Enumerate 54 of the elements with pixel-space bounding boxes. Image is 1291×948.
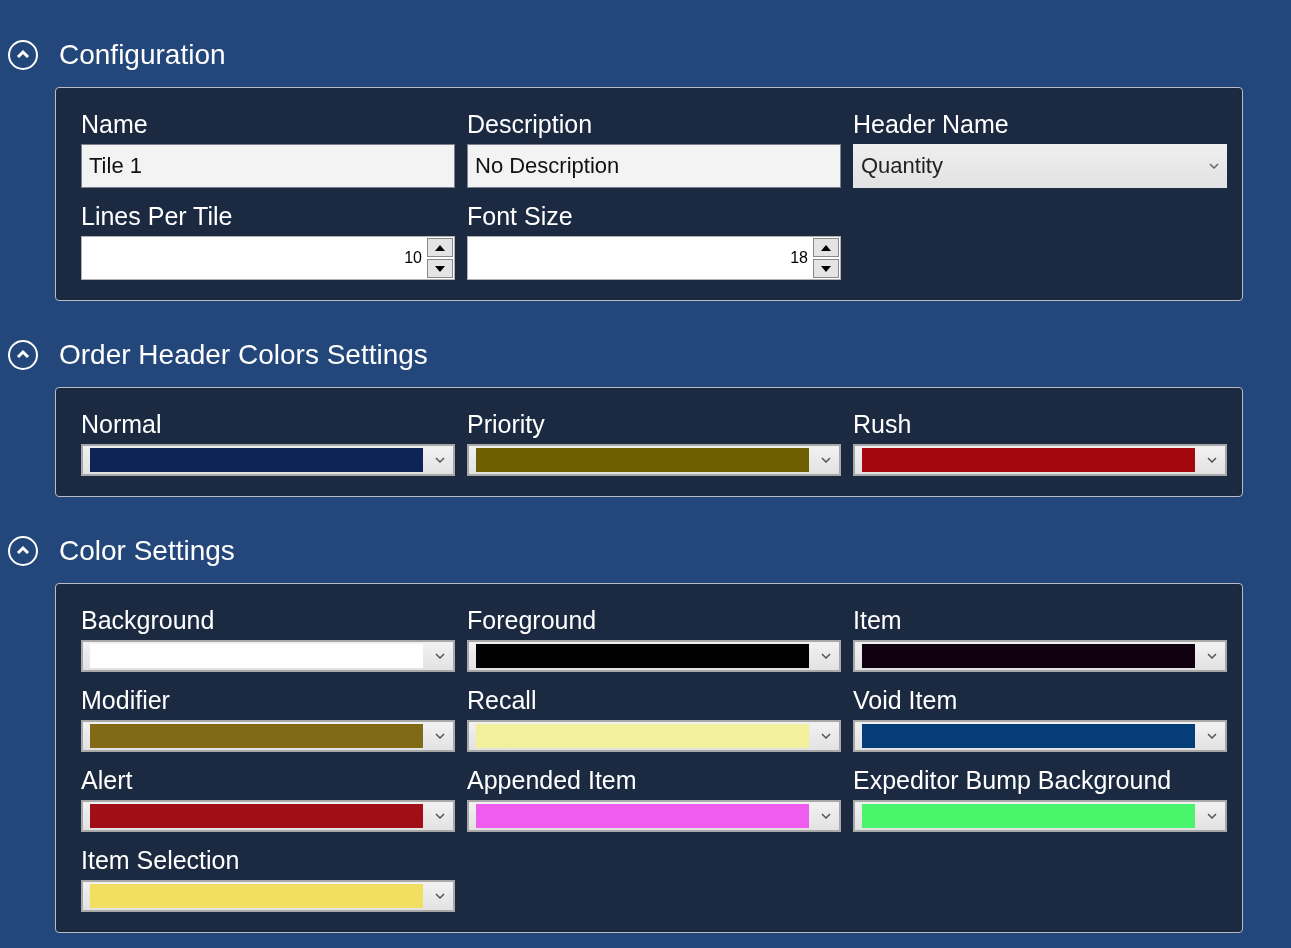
section-title: Color Settings	[59, 535, 235, 567]
color-picker[interactable]	[81, 800, 455, 832]
color-picker[interactable]	[81, 880, 455, 912]
field-label: Item	[853, 605, 903, 636]
dropdown-field[interactable]: Quantity	[853, 144, 1227, 188]
field-label: Background	[81, 605, 216, 636]
text-field[interactable]: Tile 1	[81, 144, 455, 188]
chevron-icon	[821, 733, 831, 739]
field-label: Header Name	[853, 109, 1010, 140]
field-label: Void Item	[853, 685, 959, 716]
section-title: Configuration	[59, 39, 226, 71]
field-label: Item Selection	[81, 845, 241, 876]
chevron-icon	[821, 813, 831, 819]
chevron-icon	[1207, 733, 1217, 739]
field-label: Normal	[81, 409, 163, 440]
chevron-icon	[821, 457, 831, 463]
chevron-icon	[1207, 813, 1217, 819]
field-label: Name	[81, 109, 149, 140]
color-picker[interactable]	[467, 800, 841, 832]
color-picker[interactable]	[853, 640, 1227, 672]
color-picker[interactable]	[81, 444, 455, 476]
field-label: Priority	[467, 409, 546, 440]
chevron-icon	[435, 893, 445, 899]
color-picker[interactable]	[853, 800, 1227, 832]
chevron-icon	[1209, 163, 1219, 169]
text-field[interactable]: No Description	[467, 144, 841, 188]
section-title: Order Header Colors Settings	[59, 339, 428, 371]
field-label: Rush	[853, 409, 913, 440]
collapse-icon[interactable]	[7, 339, 39, 371]
color-picker[interactable]	[81, 720, 455, 752]
field-label: Foreground	[467, 605, 598, 636]
chevron-icon	[821, 653, 831, 659]
color-picker[interactable]	[853, 444, 1227, 476]
color-picker[interactable]	[853, 720, 1227, 752]
field-label: Recall	[467, 685, 538, 716]
field-label: Description	[467, 109, 594, 140]
chevron-icon	[435, 733, 445, 739]
field-label: Expeditor Bump Background	[853, 765, 1173, 796]
color-picker[interactable]	[467, 444, 841, 476]
field-label: Font Size	[467, 201, 574, 232]
collapse-icon[interactable]	[7, 39, 39, 71]
chevron-icon	[1207, 653, 1217, 659]
field-label: Alert	[81, 765, 134, 796]
chevron-icon	[1207, 457, 1217, 463]
color-picker[interactable]	[467, 640, 841, 672]
field-label: Lines Per Tile	[81, 201, 234, 232]
color-picker[interactable]	[467, 720, 841, 752]
field-label: Modifier	[81, 685, 171, 716]
field-label: Appended Item	[467, 765, 638, 796]
collapse-icon[interactable]	[7, 535, 39, 567]
chevron-icon	[435, 813, 445, 819]
chevron-icon	[435, 653, 445, 659]
color-picker[interactable]	[81, 640, 455, 672]
chevron-icon	[435, 457, 445, 463]
